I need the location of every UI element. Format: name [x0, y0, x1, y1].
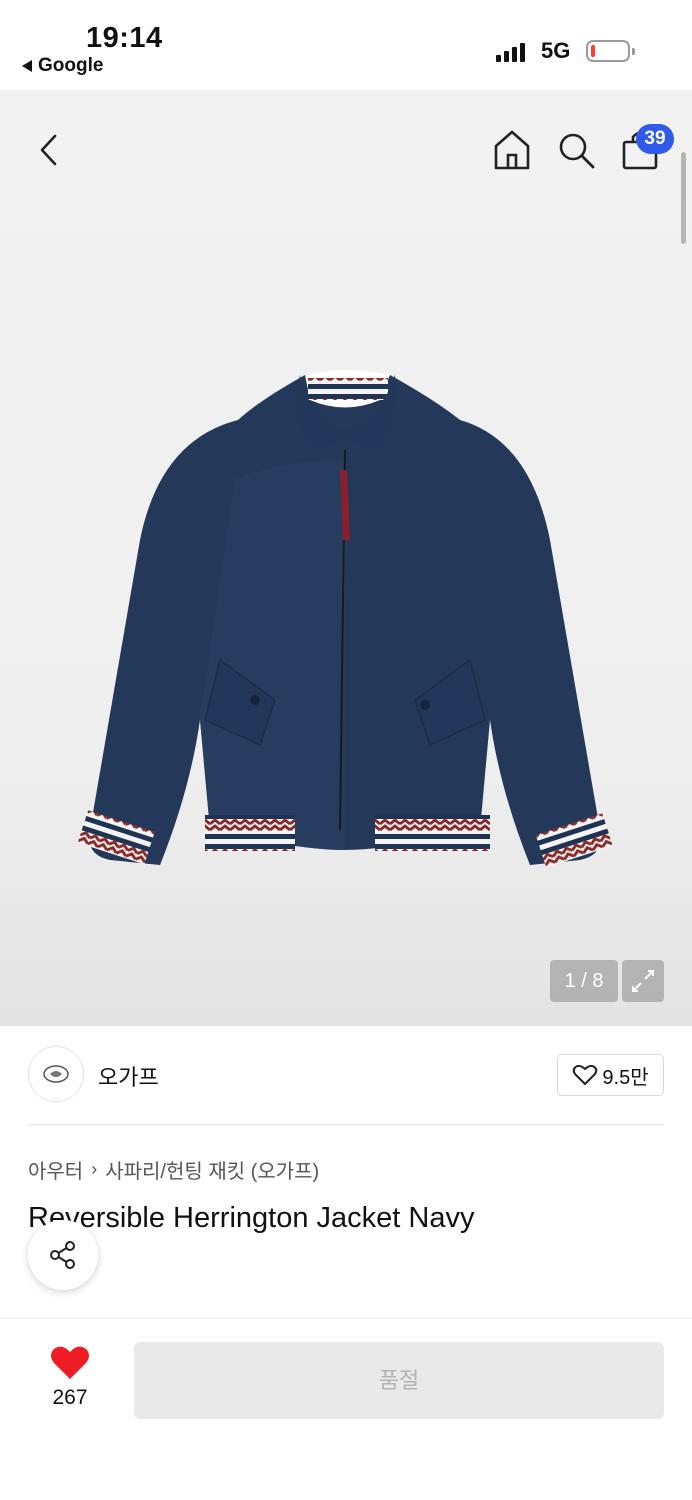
product-title: Reversible Herrington Jacket Navy — [28, 1202, 475, 1234]
brand-name[interactable]: 오가프 — [98, 1060, 159, 1092]
share-button[interactable] — [28, 1220, 98, 1290]
status-time: 19:14 — [86, 22, 163, 54]
status-bar: 19:14 Google 5G — [0, 0, 692, 90]
home-icon[interactable] — [492, 128, 532, 172]
brand-like-button[interactable]: 9.5만 — [557, 1054, 664, 1096]
image-page-counter: 1 / 8 — [550, 960, 618, 1002]
back-app-label: Google — [38, 55, 104, 76]
brand-logo-mark — [43, 1065, 69, 1083]
battery-fill — [591, 45, 595, 57]
battery-icon — [586, 40, 635, 62]
heart-outline-icon — [573, 1064, 598, 1085]
back-arrow-icon — [22, 60, 32, 72]
cart-count-badge: 39 — [636, 124, 674, 154]
back-to-app-link[interactable]: Google — [22, 55, 103, 77]
network-label: 5G — [541, 38, 571, 63]
wish-count: 267 — [52, 1386, 88, 1409]
sold-out-button[interactable]: 품절 — [134, 1342, 664, 1419]
search-icon[interactable] — [556, 130, 596, 170]
breadcrumb-subcategory[interactable]: 사파리/헌팅 재킷 (오가프) — [105, 1155, 319, 1184]
divider — [28, 1124, 664, 1125]
product-image[interactable] — [60, 360, 630, 900]
signal-icon — [496, 42, 525, 62]
breadcrumb: 아우터 › 사파리/헌팅 재킷 (오가프) — [28, 1155, 319, 1184]
heart-filled-icon[interactable] — [50, 1345, 90, 1381]
chevron-left-icon[interactable] — [30, 130, 70, 170]
brand-logo[interactable] — [28, 1046, 84, 1102]
share-icon — [50, 1241, 75, 1269]
chevron-right-icon: › — [91, 1159, 98, 1179]
breadcrumb-category[interactable]: 아우터 — [28, 1155, 83, 1184]
scrollbar[interactable] — [681, 152, 686, 244]
brand-like-count: 9.5만 — [602, 1066, 649, 1089]
expand-icon[interactable] — [622, 960, 664, 1002]
